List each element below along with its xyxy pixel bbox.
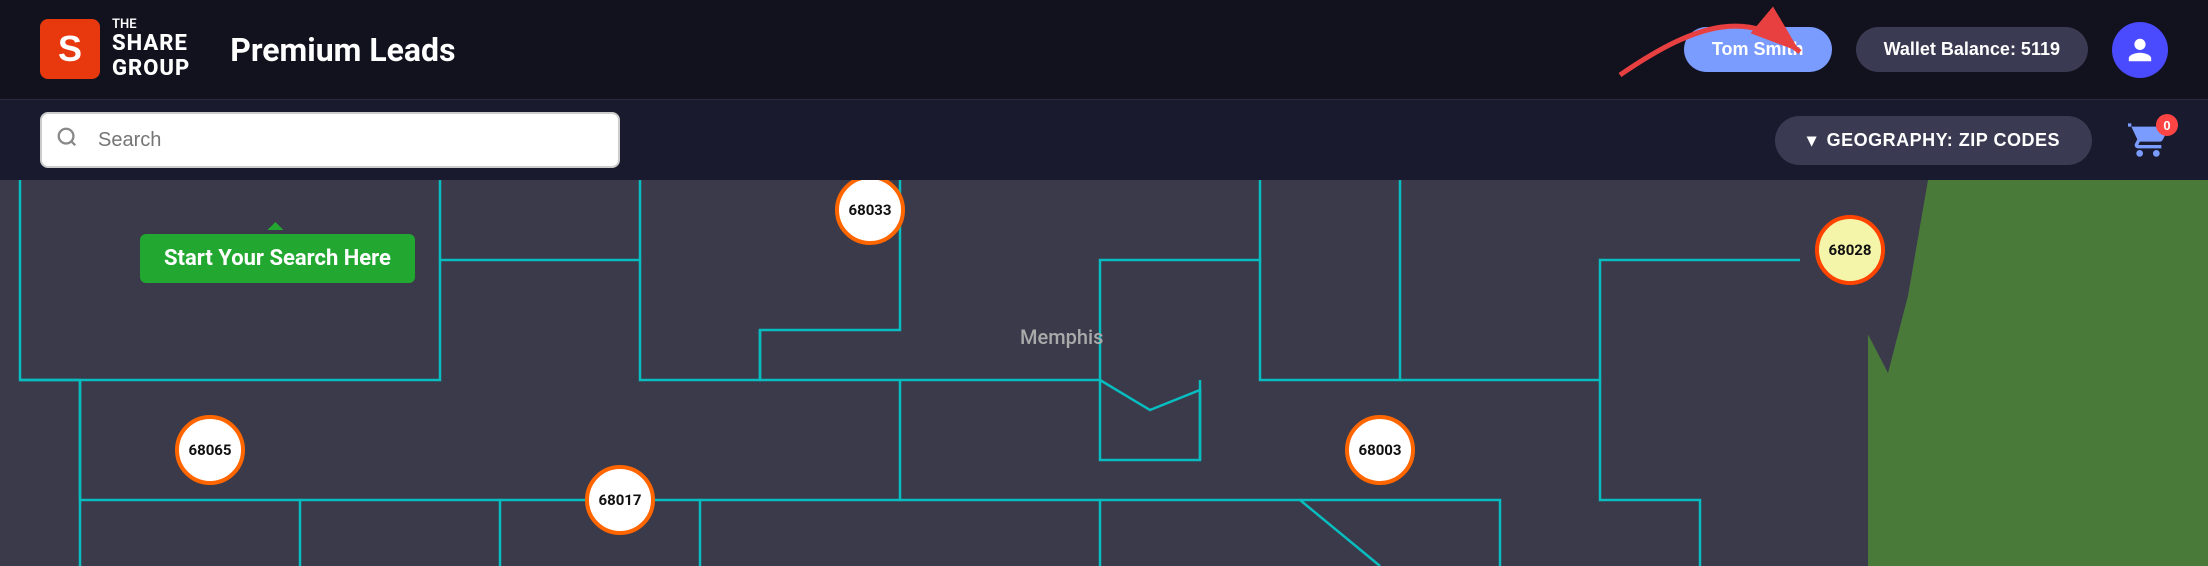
zip-marker-68028[interactable]: 68028: [1815, 215, 1885, 285]
avatar-button[interactable]: [2112, 22, 2168, 78]
zip-marker-68065[interactable]: 68065: [175, 415, 245, 485]
page-title: Premium Leads: [230, 31, 455, 69]
cart-container: 0: [2128, 120, 2168, 160]
geography-label: GEOGRAPHY: ZIP CODES: [1827, 130, 2060, 151]
cart-button[interactable]: 0: [2128, 120, 2168, 160]
search-tooltip: Start Your Search Here: [140, 234, 415, 283]
city-label-memphis: Memphis: [1020, 325, 1103, 349]
map-area: Start Your Search Here Memphis 68033 680…: [0, 180, 2208, 566]
search-input[interactable]: [40, 112, 620, 168]
logo-text: THE SHARE GROUP: [112, 18, 190, 81]
wallet-button[interactable]: Wallet Balance: 5119: [1856, 27, 2088, 72]
search-container: [40, 112, 620, 168]
logo-icon: S: [40, 19, 100, 79]
toolbar: ▾ GEOGRAPHY: ZIP CODES 0: [0, 100, 2208, 180]
zip-marker-68017[interactable]: 68017: [585, 465, 655, 535]
header: S THE SHARE GROUP Premium Leads Tom Smit…: [0, 0, 2208, 100]
cart-badge: 0: [2156, 114, 2178, 136]
search-icon: [56, 126, 78, 154]
svg-text:S: S: [58, 28, 82, 69]
logo-share: SHARE: [112, 32, 190, 56]
logo: S THE SHARE GROUP: [40, 18, 190, 81]
logo-the: THE: [112, 18, 190, 32]
user-button[interactable]: Tom Smith: [1684, 27, 1832, 72]
person-icon: [2126, 36, 2154, 64]
chevron-down-icon: ▾: [1807, 130, 1817, 151]
zip-marker-68003[interactable]: 68003: [1345, 415, 1415, 485]
logo-group: GROUP: [112, 57, 190, 81]
geography-button[interactable]: ▾ GEOGRAPHY: ZIP CODES: [1775, 116, 2092, 165]
